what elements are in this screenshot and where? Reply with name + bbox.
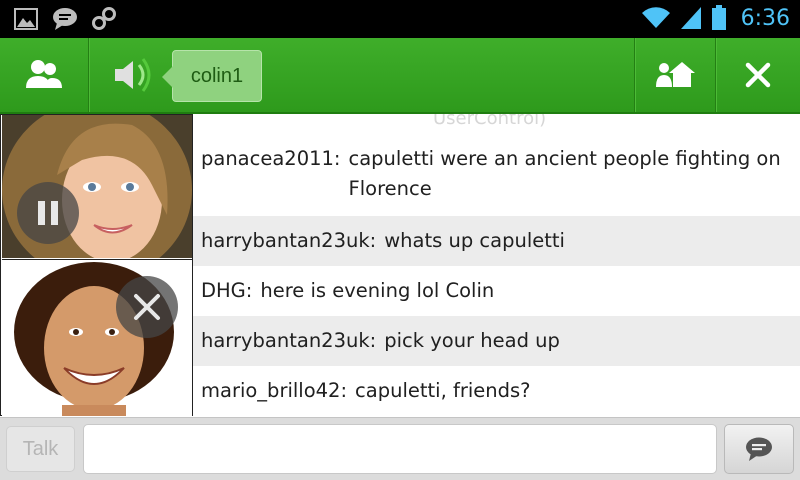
close-button[interactable] (716, 38, 800, 112)
contacts-icon (26, 60, 62, 88)
message-username: harrybantan23uk: (201, 229, 377, 252)
gallery-icon (14, 8, 38, 30)
rooms-button[interactable] (635, 38, 715, 112)
chat-message: harrybantan23uk: pick your head up (193, 316, 800, 366)
signal-icon (680, 7, 701, 29)
home-users-icon (656, 62, 695, 87)
action-bar: colin1 (0, 38, 800, 114)
local-video-feed[interactable] (2, 259, 192, 416)
wifi-icon (641, 7, 670, 29)
divider (88, 38, 89, 112)
contacts-button[interactable] (0, 38, 88, 112)
remote-video-feed[interactable] (2, 115, 192, 258)
chat-message: panacea2011: capuletti were an ancient p… (193, 136, 800, 216)
message-username: DHG: (201, 279, 253, 302)
pause-button[interactable] (17, 182, 79, 244)
send-button[interactable] (724, 424, 794, 474)
close-icon (745, 62, 771, 88)
nickname-badge: colin1 (162, 50, 262, 102)
chat-message-list[interactable]: UserControl) panacea2011: capuletti were… (193, 114, 800, 417)
battery-icon (711, 5, 726, 30)
message-text: whats up capuletti (384, 229, 565, 252)
message-username: mario_brillo42: (201, 379, 348, 402)
message-text: capuletti were an ancient people fightin… (348, 147, 781, 200)
clock-time: 6:36 (740, 5, 790, 31)
video-panel (0, 114, 193, 416)
audio-toggle-button[interactable] (110, 38, 156, 112)
input-bar: Talk (0, 417, 800, 480)
close-video-button[interactable] (116, 276, 178, 338)
close-icon (134, 294, 160, 320)
partial-message: UserControl) (193, 114, 800, 136)
pause-icon (38, 201, 58, 225)
message-text: capuletti, friends? (355, 379, 531, 402)
message-input[interactable] (83, 424, 717, 474)
chat-bubble-icon (53, 8, 77, 30)
message-send-icon (746, 437, 772, 461)
message-text: here is evening lol Colin (260, 279, 495, 302)
chat-message: harrybantan23uk: whats up capuletti (193, 216, 800, 266)
share-icon (92, 7, 116, 30)
talk-button[interactable]: Talk (6, 426, 75, 472)
status-bar: 6:36 (0, 0, 800, 38)
speaker-icon (115, 58, 151, 92)
chat-message: mario_brillo42: capuletti, friends? (193, 366, 800, 417)
chat-message: DHG: here is evening lol Colin (193, 266, 800, 316)
message-username: panacea2011: (201, 147, 341, 170)
message-username: harrybantan23uk: (201, 329, 377, 352)
message-text: pick your head up (384, 329, 560, 352)
